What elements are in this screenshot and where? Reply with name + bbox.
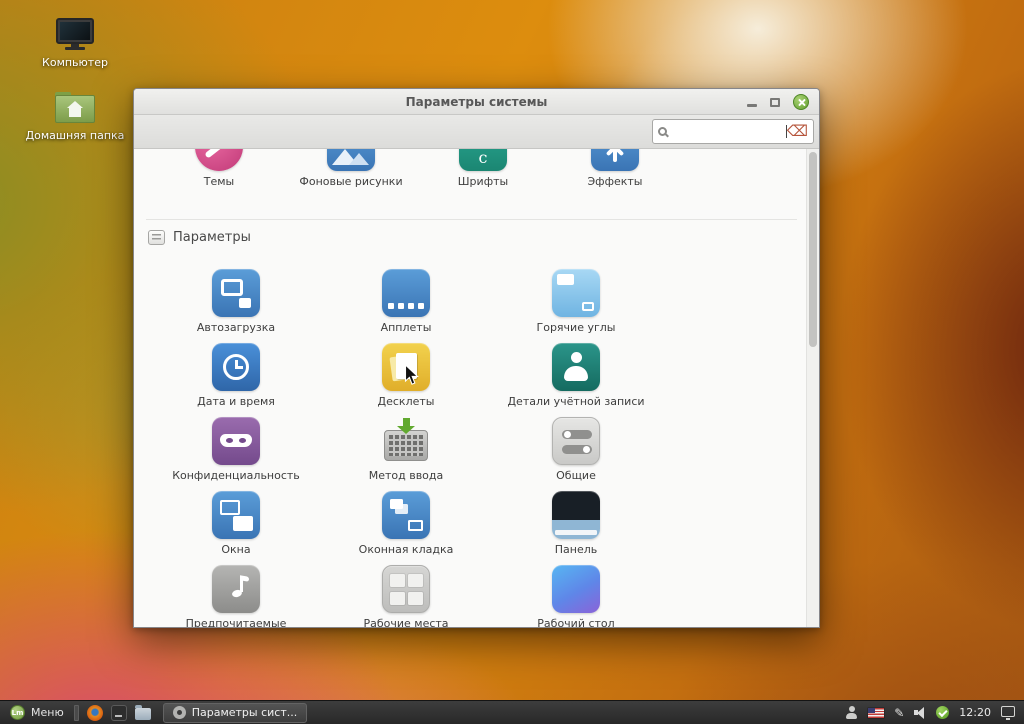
search-input[interactable] (667, 122, 874, 142)
themes-icon (195, 149, 243, 171)
taskbar-window-button[interactable]: Параметры сист... (163, 703, 308, 723)
settings-item-applets[interactable]: Апплеты (321, 269, 491, 342)
privacy-icon (212, 417, 260, 465)
settings-item-autostart[interactable]: Автозагрузка (151, 269, 321, 342)
windows-icon (212, 491, 260, 539)
maximize-button[interactable] (770, 98, 780, 107)
display-icon[interactable] (1001, 706, 1015, 717)
minimize-button[interactable] (747, 104, 757, 107)
hot-corners-icon (552, 269, 600, 317)
panel-icon (552, 491, 600, 539)
settings-item-input-method[interactable]: Метод ввода (321, 417, 491, 490)
desktop-settings-icon (552, 565, 600, 613)
settings-item-workspaces[interactable]: Рабочие места (321, 565, 491, 627)
preferred-apps-icon (212, 565, 260, 613)
autostart-icon (212, 269, 260, 317)
settings-window: Параметры системы ⌫ Темы Ф (133, 88, 820, 628)
taskbar-window-label: Параметры сист... (192, 706, 298, 719)
backgrounds-icon (327, 149, 375, 171)
files-icon[interactable] (135, 708, 151, 720)
settings-item-privacy[interactable]: Конфиденциальность (151, 417, 321, 490)
desktop-icon-label: Домашняя папка (26, 129, 125, 142)
settings-item-themes[interactable]: Темы (153, 149, 285, 201)
pen-icon[interactable]: ✎ (894, 707, 904, 719)
settings-item-preferred-apps[interactable]: Предпочитаемые (151, 565, 321, 627)
computer-icon (56, 18, 94, 50)
settings-item-window-tiling[interactable]: Оконная кладка (321, 491, 491, 564)
mint-logo-icon: Lm (10, 705, 25, 720)
window-title: Параметры системы (134, 89, 819, 115)
mouse-cursor (404, 364, 419, 386)
settings-gear-icon (173, 706, 186, 719)
menu-button[interactable]: Lm Меню (0, 701, 74, 724)
clock[interactable]: 12:20 (959, 706, 991, 719)
settings-item-general[interactable]: Общие (491, 417, 661, 490)
settings-item-date-time[interactable]: Дата и время (151, 343, 321, 416)
search-box[interactable]: ⌫ (652, 119, 814, 144)
date-time-icon (212, 343, 260, 391)
search-icon (658, 127, 667, 136)
terminal-icon[interactable] (111, 705, 127, 721)
firefox-icon[interactable] (87, 705, 103, 721)
settings-item-desktop[interactable]: Рабочий стол (491, 565, 661, 627)
preferences-section-icon (148, 230, 165, 245)
applets-icon (382, 269, 430, 317)
account-details-icon (552, 343, 600, 391)
settings-item-panel[interactable]: Панель (491, 491, 661, 564)
effects-icon (591, 149, 639, 171)
scrollbar-track[interactable] (806, 149, 819, 627)
titlebar[interactable]: Параметры системы (134, 89, 819, 115)
settings-item-hot-corners[interactable]: Горячие углы (491, 269, 661, 342)
fonts-icon: ab c (459, 149, 507, 171)
window-toolbar: ⌫ (134, 115, 819, 149)
home-folder-icon (55, 92, 95, 123)
user-applet-icon[interactable] (845, 706, 858, 719)
settings-content: Темы Фоновые рисунки ab c Шрифты Эффекты (134, 149, 819, 627)
section-title: Параметры (173, 230, 251, 245)
desktop: Компьютер Домашняя папка Параметры систе… (0, 0, 1024, 724)
desktop-icon-computer[interactable]: Компьютер (20, 18, 130, 69)
clear-search-icon[interactable]: ⌫ (787, 124, 808, 139)
workspaces-icon (382, 565, 430, 613)
keyboard-layout-flag-icon[interactable] (868, 708, 884, 718)
taskbar: Lm Меню Параметры сист... ✎ 12:20 (0, 700, 1024, 724)
section-header-preferences: Параметры (148, 230, 251, 245)
section-divider (146, 219, 797, 220)
desktop-icon-home-folder[interactable]: Домашняя папка (20, 92, 130, 142)
show-desktop-button[interactable] (74, 705, 79, 721)
settings-item-fonts[interactable]: ab c Шрифты (417, 149, 549, 201)
update-manager-icon[interactable] (936, 706, 949, 719)
volume-icon[interactable] (914, 707, 926, 719)
scrollbar-thumb[interactable] (809, 152, 817, 347)
window-tiling-icon (382, 491, 430, 539)
close-button[interactable] (793, 94, 809, 110)
general-icon (552, 417, 600, 465)
settings-item-windows[interactable]: Окна (151, 491, 321, 564)
settings-item-account-details[interactable]: Детали учётной записи (491, 343, 661, 416)
input-method-icon (382, 417, 430, 465)
settings-item-effects[interactable]: Эффекты (549, 149, 681, 201)
desktop-icon-label: Компьютер (42, 56, 108, 69)
settings-item-backgrounds[interactable]: Фоновые рисунки (285, 149, 417, 201)
system-tray: ✎ 12:20 (845, 706, 1024, 719)
